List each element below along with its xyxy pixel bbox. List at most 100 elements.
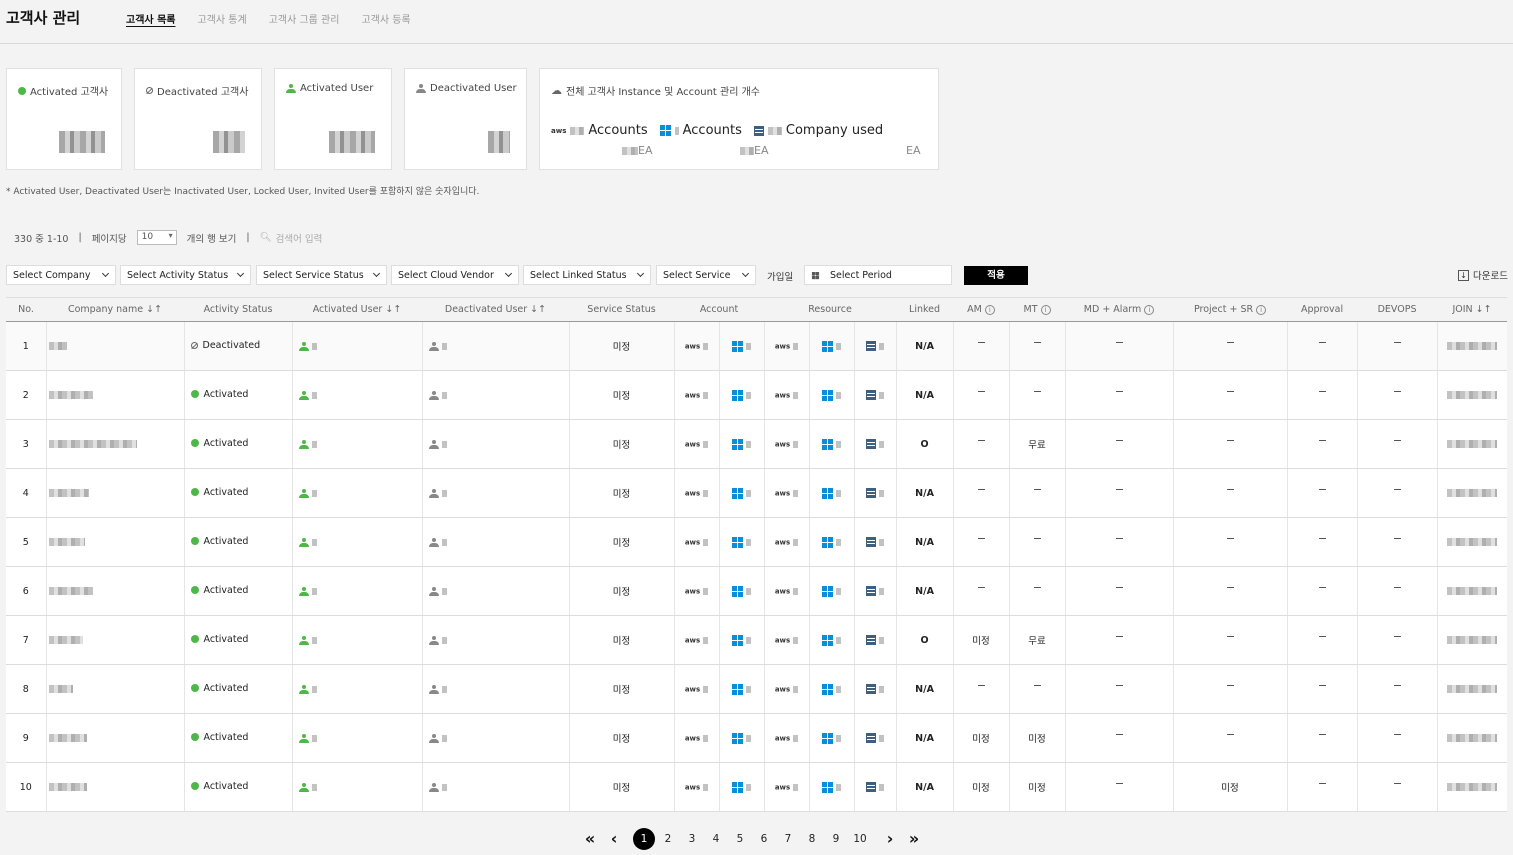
activated-user-count[interactable] bbox=[291, 713, 422, 763]
resource-aws[interactable]: aws bbox=[763, 321, 810, 371]
table-row[interactable]: 1 Deactivated 미정 aws aws N/A bbox=[6, 321, 1508, 371]
page-3-button[interactable]: 3 bbox=[680, 828, 704, 850]
deactivated-user-count[interactable] bbox=[421, 370, 569, 420]
resource-azure[interactable] bbox=[808, 664, 855, 714]
account-aws[interactable]: aws bbox=[673, 370, 719, 420]
activated-user-count[interactable] bbox=[291, 762, 422, 812]
table-row[interactable]: 3 Activated 미정 aws aws O 무료 bbox=[6, 419, 1508, 469]
account-aws[interactable]: aws bbox=[673, 762, 719, 812]
tab-customer-register[interactable]: 고객사 등록 bbox=[361, 11, 410, 26]
account-aws[interactable]: aws bbox=[673, 615, 719, 665]
account-azure[interactable] bbox=[718, 321, 765, 371]
company-name[interactable] bbox=[45, 419, 184, 469]
company-filter[interactable]: Select Company bbox=[6, 265, 116, 285]
company-name[interactable] bbox=[45, 713, 184, 763]
table-row[interactable]: 5 Activated 미정 aws aws N/A bbox=[6, 517, 1508, 567]
resource-aws[interactable]: aws bbox=[763, 517, 810, 567]
page-10-button[interactable]: 10 bbox=[848, 828, 872, 850]
page-4-button[interactable]: 4 bbox=[704, 828, 728, 850]
account-aws[interactable]: aws bbox=[673, 321, 719, 371]
page-9-button[interactable]: 9 bbox=[824, 828, 848, 850]
account-aws[interactable]: aws bbox=[673, 664, 719, 714]
page-7-button[interactable]: 7 bbox=[776, 828, 800, 850]
resource-aws[interactable]: aws bbox=[763, 566, 810, 616]
resource-azure[interactable] bbox=[808, 566, 855, 616]
activated-user-count[interactable] bbox=[291, 321, 422, 371]
account-azure[interactable] bbox=[718, 566, 765, 616]
col-join[interactable]: JOIN ↓↑ bbox=[1437, 297, 1508, 322]
service-status-filter[interactable]: Select Service Status bbox=[256, 265, 387, 285]
resource-aws[interactable]: aws bbox=[763, 419, 810, 469]
search-input[interactable]: 🔍︎ 검색어 입력 bbox=[260, 231, 323, 245]
resource-server[interactable] bbox=[853, 321, 897, 371]
table-row[interactable]: 8 Activated 미정 aws aws N/A bbox=[6, 664, 1508, 714]
period-picker[interactable]: ▦ Select Period bbox=[804, 265, 952, 285]
page-1-button[interactable]: 1 bbox=[633, 828, 655, 850]
tab-customer-list[interactable]: 고객사 목록 bbox=[126, 11, 175, 26]
company-name[interactable] bbox=[45, 370, 184, 420]
tab-customer-stats[interactable]: 고객사 통계 bbox=[197, 11, 246, 26]
deactivated-user-count[interactable] bbox=[421, 517, 569, 567]
company-name[interactable] bbox=[45, 468, 184, 518]
resource-server[interactable] bbox=[853, 762, 897, 812]
cloud-vendor-filter[interactable]: Select Cloud Vendor bbox=[391, 265, 519, 285]
apply-button[interactable]: 적용 bbox=[964, 266, 1028, 285]
table-row[interactable]: 6 Activated 미정 aws aws N/A bbox=[6, 566, 1508, 616]
linked-status-filter[interactable]: Select Linked Status bbox=[523, 265, 651, 285]
deactivated-user-count[interactable] bbox=[421, 419, 569, 469]
table-row[interactable]: 9 Activated 미정 aws aws N/A 미정 미정 bbox=[6, 713, 1508, 763]
resource-aws[interactable]: aws bbox=[763, 370, 810, 420]
account-azure[interactable] bbox=[718, 615, 765, 665]
resource-azure[interactable] bbox=[808, 419, 855, 469]
table-row[interactable]: 10 Activated 미정 aws aws N/A 미정 미정 미정 bbox=[6, 762, 1508, 812]
table-row[interactable]: 4 Activated 미정 aws aws N/A bbox=[6, 468, 1508, 518]
account-azure[interactable] bbox=[718, 370, 765, 420]
prev-page-button[interactable]: ‹ bbox=[602, 828, 626, 850]
resource-aws[interactable]: aws bbox=[763, 664, 810, 714]
resource-azure[interactable] bbox=[808, 762, 855, 812]
deactivated-user-count[interactable] bbox=[421, 468, 569, 518]
company-name[interactable] bbox=[45, 762, 184, 812]
last-page-button[interactable]: » bbox=[902, 828, 926, 850]
first-page-button[interactable]: « bbox=[578, 828, 602, 850]
activated-user-count[interactable] bbox=[291, 566, 422, 616]
col-company[interactable]: Company name ↓↑ bbox=[46, 297, 184, 322]
next-page-button[interactable]: › bbox=[878, 828, 902, 850]
activity-status-filter[interactable]: Select Activity Status bbox=[120, 265, 251, 285]
resource-server[interactable] bbox=[853, 664, 897, 714]
resource-azure[interactable] bbox=[808, 615, 855, 665]
account-aws[interactable]: aws bbox=[673, 517, 719, 567]
resource-server[interactable] bbox=[853, 713, 897, 763]
account-azure[interactable] bbox=[718, 713, 765, 763]
company-name[interactable] bbox=[45, 664, 184, 714]
resource-server[interactable] bbox=[853, 468, 897, 518]
tab-customer-groups[interactable]: 고객사 그룹 관리 bbox=[269, 11, 340, 26]
activated-user-count[interactable] bbox=[291, 370, 422, 420]
resource-aws[interactable]: aws bbox=[763, 468, 810, 518]
page-6-button[interactable]: 6 bbox=[752, 828, 776, 850]
service-filter[interactable]: Select Service bbox=[656, 265, 756, 285]
resource-server[interactable] bbox=[853, 419, 897, 469]
resource-aws[interactable]: aws bbox=[763, 615, 810, 665]
deactivated-user-count[interactable] bbox=[421, 762, 569, 812]
account-aws[interactable]: aws bbox=[673, 419, 719, 469]
page-5-button[interactable]: 5 bbox=[728, 828, 752, 850]
account-azure[interactable] bbox=[718, 762, 765, 812]
account-azure[interactable] bbox=[718, 664, 765, 714]
company-name[interactable] bbox=[45, 566, 184, 616]
activated-user-count[interactable] bbox=[291, 615, 422, 665]
company-name[interactable] bbox=[45, 517, 184, 567]
resource-server[interactable] bbox=[853, 517, 897, 567]
deactivated-user-count[interactable] bbox=[421, 566, 569, 616]
activated-user-count[interactable] bbox=[291, 664, 422, 714]
deactivated-user-count[interactable] bbox=[421, 713, 569, 763]
account-aws[interactable]: aws bbox=[673, 713, 719, 763]
page-8-button[interactable]: 8 bbox=[800, 828, 824, 850]
account-azure[interactable] bbox=[718, 419, 765, 469]
resource-azure[interactable] bbox=[808, 321, 855, 371]
activated-user-count[interactable] bbox=[291, 517, 422, 567]
account-azure[interactable] bbox=[718, 517, 765, 567]
deactivated-user-count[interactable] bbox=[421, 321, 569, 371]
col-activated-user[interactable]: Activated User ↓↑ bbox=[292, 297, 422, 322]
resource-server[interactable] bbox=[853, 566, 897, 616]
